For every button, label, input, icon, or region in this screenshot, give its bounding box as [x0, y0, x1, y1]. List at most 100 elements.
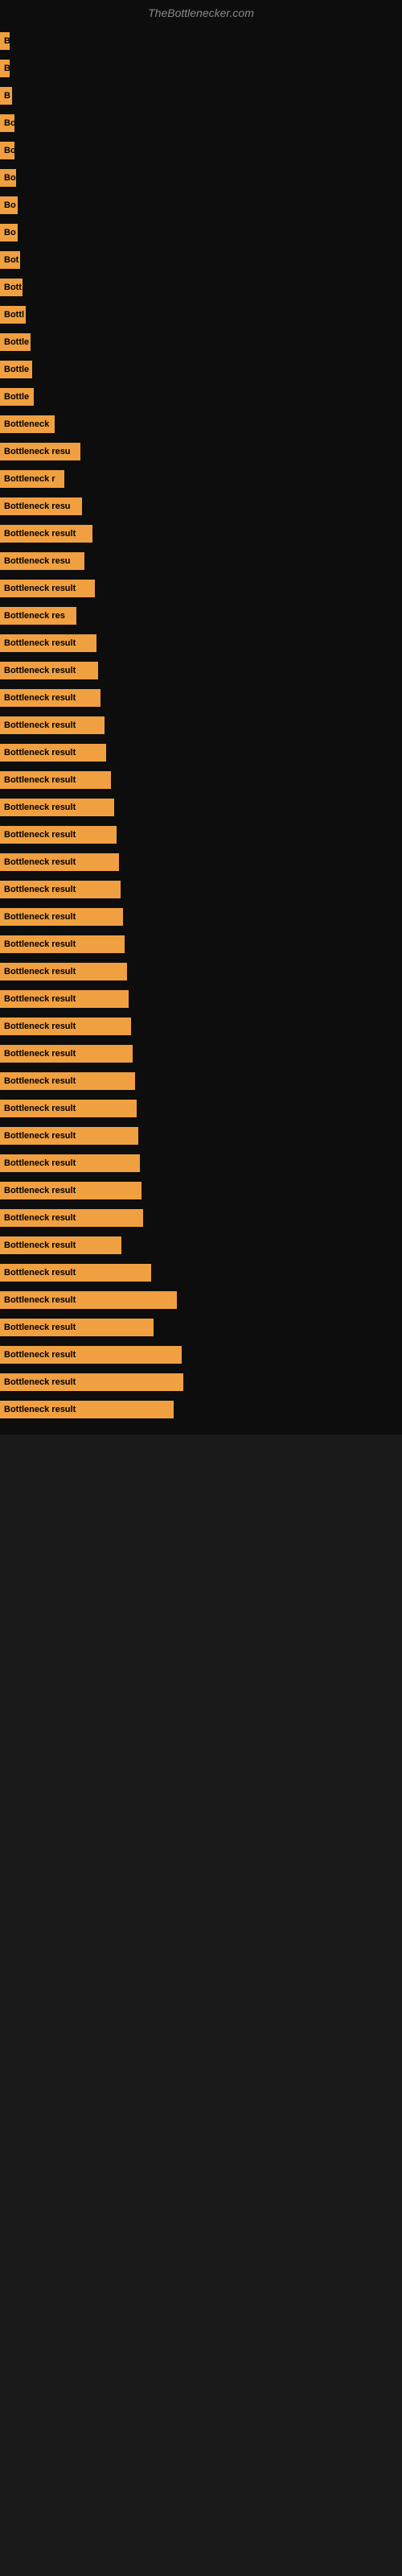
bar-label: Bottle — [0, 333, 31, 351]
bar-row: B — [0, 31, 402, 52]
bar-label: Bo — [0, 142, 14, 159]
bar-label: Bottleneck result — [0, 1045, 133, 1063]
bar-row: Bottleneck result — [0, 797, 402, 818]
bar-label: Bo — [0, 224, 18, 242]
bar-row: Bo — [0, 222, 402, 243]
bar-row: Bottle — [0, 386, 402, 407]
bar-row: Bottleneck result — [0, 578, 402, 599]
bar-label: Bottleneck resu — [0, 443, 80, 460]
bar-row: Bottleneck result — [0, 523, 402, 544]
bar-label: Bottleneck result — [0, 1319, 154, 1336]
bar-row: Bottleneck result — [0, 1153, 402, 1174]
bar-label: Bottleneck result — [0, 799, 114, 816]
bar-label: Bottleneck result — [0, 1291, 177, 1309]
bar-label: Bottleneck result — [0, 1182, 142, 1199]
bar-row: Bottleneck result — [0, 1290, 402, 1311]
bar-row: Bottleneck result — [0, 1043, 402, 1064]
bar-row: Bottleneck result — [0, 824, 402, 845]
bar-row: Bo — [0, 195, 402, 216]
bar-label: Bo — [0, 196, 18, 214]
bar-row: Bottleneck result — [0, 1016, 402, 1037]
bar-label: Bottleneck result — [0, 881, 121, 898]
bar-label: Bottleneck result — [0, 963, 127, 980]
bar-label: Bottleneck result — [0, 935, 125, 953]
bar-label: Bottleneck result — [0, 990, 129, 1008]
bar-row: Bottleneck r — [0, 469, 402, 489]
bar-row: Bottleneck result — [0, 770, 402, 791]
bar-label: Bottleneck result — [0, 1346, 182, 1364]
bar-label: Bottleneck result — [0, 853, 119, 871]
bar-label: Bottleneck result — [0, 662, 98, 679]
bar-label: Bottleneck result — [0, 1127, 138, 1145]
bar-label: Bottleneck resu — [0, 552, 84, 570]
bar-row: Bottleneck resu — [0, 551, 402, 572]
bar-row: Bo — [0, 113, 402, 134]
bar-label: Bottleneck result — [0, 1264, 151, 1282]
bar-row: Bottleneck result — [0, 989, 402, 1009]
bar-label: Bottleneck res — [0, 607, 76, 625]
bar-row: Bo — [0, 140, 402, 161]
bar-row: Bot — [0, 250, 402, 270]
bar-label: Bot — [0, 251, 20, 269]
bar-row: Bottleneck result — [0, 1180, 402, 1201]
bar-label: Bottleneck result — [0, 771, 111, 789]
bar-label: Bottleneck result — [0, 908, 123, 926]
bar-label: Bottleneck r — [0, 470, 64, 488]
bar-label: Bottleneck result — [0, 716, 105, 734]
bar-label: Bottleneck result — [0, 1209, 143, 1227]
bar-label: Bottleneck result — [0, 634, 96, 652]
bar-label: Bottleneck result — [0, 1373, 183, 1391]
bar-row: Bottleneck result — [0, 687, 402, 708]
bar-label: Bottleneck — [0, 415, 55, 433]
bar-row: Bottleneck result — [0, 1372, 402, 1393]
bar-row: Bottleneck result — [0, 660, 402, 681]
bar-row: Bottleneck result — [0, 633, 402, 654]
bar-row: Bottle — [0, 359, 402, 380]
site-title: TheBottlenecker.com — [0, 0, 402, 23]
bar-row: Bottleneck result — [0, 1235, 402, 1256]
bar-label: Bottleneck result — [0, 525, 92, 543]
bar-label: Bo — [0, 169, 16, 187]
bar-label: B — [0, 87, 12, 105]
bar-row: Bottleneck result — [0, 742, 402, 763]
bar-row: Bottleneck result — [0, 1262, 402, 1283]
bar-label: Bottleneck result — [0, 1072, 135, 1090]
bar-row: Bottleneck resu — [0, 441, 402, 462]
bar-row: Bottleneck result — [0, 1208, 402, 1228]
bar-label: Bott — [0, 279, 23, 296]
bar-row: Bottleneck result — [0, 1098, 402, 1119]
bar-row: Bottleneck result — [0, 1071, 402, 1092]
bar-label: Bottl — [0, 306, 26, 324]
bar-row: Bott — [0, 277, 402, 298]
bar-row: Bottleneck result — [0, 1125, 402, 1146]
bar-row: Bottleneck result — [0, 1399, 402, 1420]
bar-label: Bottleneck resu — [0, 497, 82, 515]
bar-label: Bottle — [0, 388, 34, 406]
bar-row: Bottleneck result — [0, 961, 402, 982]
bar-label: Bottleneck result — [0, 744, 106, 762]
page-container: TheBottlenecker.com BBBBoBoBoBoBoBotBott… — [0, 0, 402, 1435]
bar-row: Bottleneck res — [0, 605, 402, 626]
bar-row: Bottleneck result — [0, 852, 402, 873]
bar-row: Bo — [0, 167, 402, 188]
bar-label: Bottleneck result — [0, 826, 117, 844]
bar-label: Bottleneck result — [0, 1401, 174, 1418]
bar-row: Bottleneck result — [0, 879, 402, 900]
bar-label: Bottleneck result — [0, 1154, 140, 1172]
bar-label: Bottleneck result — [0, 689, 100, 707]
bar-label: B — [0, 32, 10, 50]
bar-row: Bottleneck result — [0, 1344, 402, 1365]
bar-label: Bottleneck result — [0, 1100, 137, 1117]
bar-row: Bottleneck result — [0, 934, 402, 955]
bar-row: Bottleneck result — [0, 906, 402, 927]
bar-label: Bottle — [0, 361, 32, 378]
bar-row: Bottleneck — [0, 414, 402, 435]
bar-row: B — [0, 85, 402, 106]
bar-label: Bottleneck result — [0, 1236, 121, 1254]
bar-row: Bottl — [0, 304, 402, 325]
bar-label: Bottleneck result — [0, 1018, 131, 1035]
bar-row: Bottleneck result — [0, 1317, 402, 1338]
bar-row: Bottle — [0, 332, 402, 353]
bar-label: B — [0, 60, 10, 77]
bar-row: Bottleneck result — [0, 715, 402, 736]
